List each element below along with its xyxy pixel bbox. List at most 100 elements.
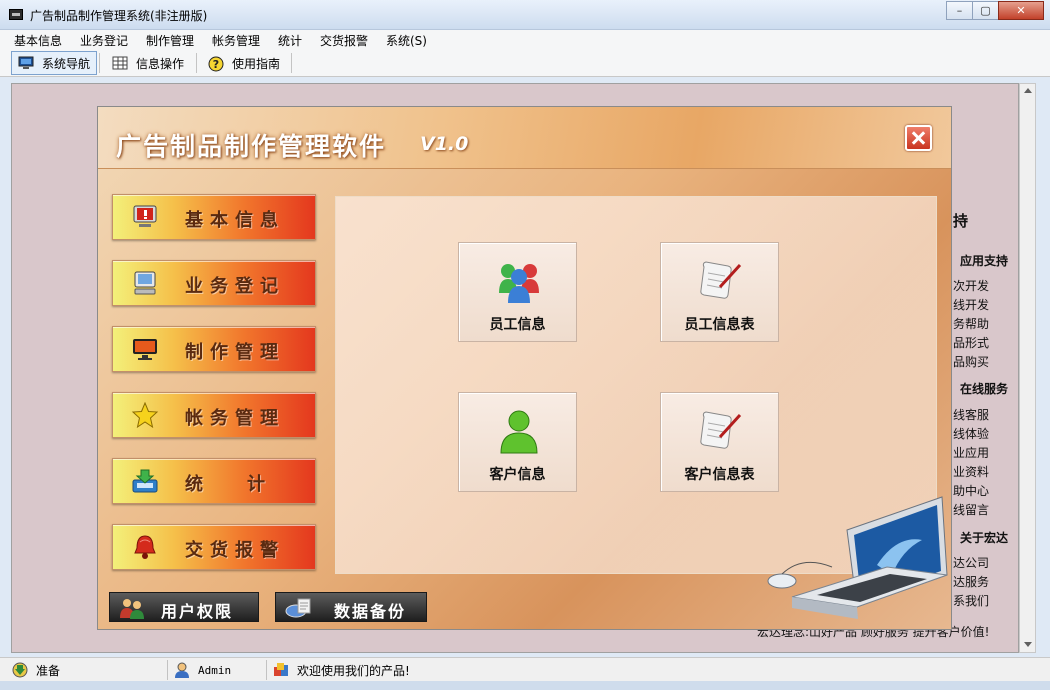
side-link[interactable]: 达服务	[953, 573, 989, 590]
nav-delivery-alarm-label: 交货报警	[185, 540, 285, 561]
toolbar-separator	[291, 53, 292, 73]
side-heading: 应用支持	[960, 254, 1009, 268]
status-user-text: Admin	[198, 663, 232, 677]
user-permissions-button[interactable]: 用户权限	[109, 592, 259, 622]
window-bottom-border	[0, 681, 1050, 690]
product-box-icon	[273, 662, 289, 678]
toolbar-system-nav-button[interactable]: 系统导航	[11, 51, 98, 75]
scroll-down-arrow-icon[interactable]	[1024, 642, 1032, 647]
menu-system[interactable]: 系统(S)	[386, 32, 427, 49]
status-bar: 准备 Admin 欢迎使用我们的产品!	[0, 657, 1050, 681]
dialog-version: V1.0	[420, 133, 469, 155]
scroll-pen-icon	[698, 407, 744, 455]
close-button[interactable]: ✕	[998, 1, 1044, 20]
navigation-dialog: 广告制品制作管理软件 V1.0 基本信息 业务登记 制作管理 帐务管理 统计 交…	[97, 106, 952, 630]
minimize-button[interactable]: –	[946, 1, 973, 20]
nav-basic-info-button[interactable]: 基本信息	[112, 194, 316, 240]
side-link[interactable]: 线开发	[953, 296, 989, 313]
toolbar-user-guide-button[interactable]: ? 使用指南	[202, 51, 286, 75]
monitor-icon	[18, 56, 34, 70]
nav-statistics-button[interactable]: 统计	[112, 458, 316, 504]
tile-customer-table[interactable]: 客户信息表	[660, 392, 779, 492]
toolbar: 系统导航 信息操作 ? 使用指南	[0, 49, 1050, 77]
dialog-title: 广告制品制作管理软件	[116, 132, 387, 161]
side-heading: 关于宏达	[960, 531, 1009, 545]
dialog-close-button[interactable]	[905, 125, 932, 151]
side-link[interactable]: 品购买	[953, 353, 989, 370]
help-icon: ?	[208, 56, 224, 72]
side-link[interactable]: 系我们	[953, 592, 989, 609]
users-permission-icon	[118, 597, 146, 619]
side-link[interactable]: 务帮助	[953, 315, 989, 332]
nav-accounts-management-button[interactable]: 帐务管理	[112, 392, 316, 438]
toolbar-separator	[196, 53, 197, 73]
tile-employee-info-label: 员工信息	[489, 317, 546, 333]
nav-business-register-label: 业务登记	[185, 276, 285, 297]
status-message-pane: 欢迎使用我们的产品!	[273, 660, 410, 680]
side-fragment: 持	[953, 212, 969, 230]
tile-customer-table-label: 客户信息表	[684, 467, 755, 483]
tile-employee-table[interactable]: 员工信息表	[660, 242, 779, 342]
side-link[interactable]: 业资料	[953, 463, 989, 480]
toolbar-user-guide-label: 使用指南	[232, 56, 281, 71]
side-link[interactable]: 品形式	[953, 334, 989, 351]
svg-text:?: ?	[213, 58, 219, 71]
side-link[interactable]: 线客服	[953, 406, 989, 423]
nav-business-register-button[interactable]: 业务登记	[112, 260, 316, 306]
download-globe-icon	[12, 662, 28, 678]
tile-customer-info-label: 客户信息	[489, 467, 546, 483]
window-controls: – ▢ ✕	[946, 1, 1044, 20]
data-backup-label: 数据备份	[334, 602, 407, 621]
download-tray-icon	[131, 468, 159, 494]
users-group-icon	[496, 257, 542, 305]
menu-statistics[interactable]: 统计	[278, 32, 302, 49]
status-separator	[266, 660, 267, 680]
tile-customer-info[interactable]: 客户信息	[458, 392, 577, 492]
toolbar-separator	[99, 53, 100, 73]
vertical-scrollbar[interactable]	[1019, 83, 1036, 653]
tile-employee-info[interactable]: 员工信息	[458, 242, 577, 342]
toolbar-system-nav-label: 系统导航	[42, 56, 91, 71]
side-link[interactable]: 达公司	[953, 554, 989, 571]
app-icon[interactable]	[9, 9, 23, 20]
menu-delivery-alarm[interactable]: 交货报警	[320, 32, 368, 49]
data-backup-button[interactable]: 数据备份	[275, 592, 427, 622]
grid-icon	[112, 56, 128, 70]
status-message-text: 欢迎使用我们的产品!	[297, 663, 410, 678]
alarm-bell-icon	[131, 534, 159, 560]
title-bar: 广告制品制作管理系统(非注册版) – ▢ ✕	[0, 0, 1050, 30]
status-user-pane: Admin	[174, 660, 231, 680]
user-permissions-label: 用户权限	[161, 602, 234, 621]
side-link[interactable]: 线体验	[953, 425, 989, 442]
dialog-header: 广告制品制作管理软件 V1.0	[98, 107, 951, 169]
menu-business-register[interactable]: 业务登记	[80, 32, 128, 49]
side-link[interactable]: 助中心	[953, 482, 989, 499]
maximize-button[interactable]: ▢	[972, 1, 999, 20]
side-link[interactable]: 业应用	[953, 444, 989, 461]
menu-production-management[interactable]: 制作管理	[146, 32, 194, 49]
status-ready-pane: 准备	[12, 660, 60, 680]
scroll-up-arrow-icon[interactable]	[1024, 88, 1032, 93]
side-link[interactable]: 线留言	[953, 501, 989, 518]
star-icon	[131, 401, 159, 429]
nav-delivery-alarm-button[interactable]: 交货报警	[112, 524, 316, 570]
status-ready-text: 准备	[36, 663, 61, 678]
nav-production-management-label: 制作管理	[185, 342, 285, 363]
display-icon	[131, 336, 159, 362]
user-green-icon	[496, 407, 542, 455]
toolbar-info-ops-label: 信息操作	[136, 56, 185, 71]
scroll-pen-icon	[698, 257, 744, 305]
side-link[interactable]: 次开发	[953, 277, 989, 294]
backup-icon	[284, 597, 312, 619]
status-separator	[167, 660, 168, 680]
nav-basic-info-label: 基本信息	[185, 210, 285, 231]
menu-bar: 基本信息 业务登记 制作管理 帐务管理 统计 交货报警 系统(S)	[0, 30, 1050, 49]
menu-accounts-management[interactable]: 帐务管理	[212, 32, 260, 49]
menu-basic-info[interactable]: 基本信息	[14, 32, 62, 49]
toolbar-info-ops-button[interactable]: 信息操作	[106, 51, 190, 75]
window-title: 广告制品制作管理系统(非注册版)	[30, 9, 208, 23]
computer-icon	[131, 270, 159, 296]
nav-production-management-button[interactable]: 制作管理	[112, 326, 316, 372]
tile-employee-table-label: 员工信息表	[684, 317, 755, 333]
user-icon	[174, 662, 190, 678]
